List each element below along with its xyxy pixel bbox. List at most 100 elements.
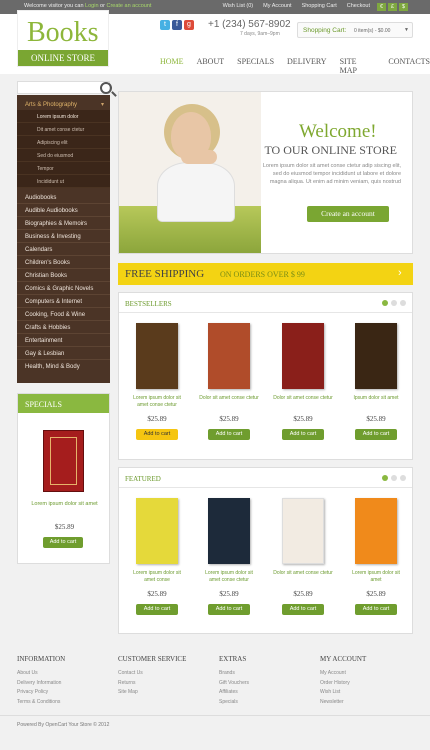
product-title[interactable]: Lorem ipsum dolor sit amet conse (127, 570, 187, 584)
footer-column-extras: EXTRAS Brands Gift Vouchers Affiliates S… (219, 655, 249, 707)
carousel-dot[interactable] (391, 475, 397, 481)
category-item[interactable]: Cooking, Food & Wine (17, 308, 110, 321)
subcategory-item[interactable]: Tempor (17, 162, 110, 175)
footer-heading: CUSTOMER SERVICE (118, 655, 187, 663)
category-item[interactable]: Calendars (17, 243, 110, 256)
add-to-cart-button[interactable]: Add to cart (282, 429, 324, 440)
currency-pound[interactable]: £ (388, 3, 397, 11)
cart-box[interactable]: Shopping Cart: 0 item(s) - $0.00 ▼ (297, 22, 413, 38)
footer-link[interactable]: Specials (219, 698, 249, 708)
product-image[interactable] (355, 323, 397, 389)
hero-subtitle: TO OUR ONLINE STORE (264, 143, 397, 157)
nav-specials[interactable]: SPECIALS (237, 57, 274, 75)
footer-link[interactable]: My Account (320, 669, 366, 679)
add-to-cart-button[interactable]: Add to cart (355, 429, 397, 440)
category-item[interactable]: Comics & Graphic Novels (17, 282, 110, 295)
subcategory-item[interactable]: Incididunt ut (17, 175, 110, 188)
subcategory-item[interactable]: Dit amet conse ctetur (17, 123, 110, 136)
product-image[interactable] (208, 498, 250, 564)
add-to-cart-button[interactable]: Add to cart (43, 537, 83, 548)
carousel-dot[interactable] (382, 475, 388, 481)
footer-link[interactable]: Newsletter (320, 698, 366, 708)
category-item[interactable]: Biographies & Memoirs (17, 217, 110, 230)
main-nav: HOME ABOUT SPECIALS DELIVERY SITE MAP CO… (160, 57, 430, 75)
product-image[interactable] (282, 323, 324, 389)
subcategory-item[interactable]: Sed do eiusmod (17, 149, 110, 162)
category-item[interactable]: Children's Books (17, 256, 110, 269)
facebook-icon[interactable]: f (172, 20, 182, 30)
category-item[interactable]: Crafts & Hobbies (17, 321, 110, 334)
create-account-button[interactable]: Create an account (307, 206, 389, 222)
category-item[interactable]: Business & Investing (17, 230, 110, 243)
footer-link[interactable]: Affiliates (219, 688, 249, 698)
carousel-dot[interactable] (400, 300, 406, 306)
google-plus-icon[interactable]: g (184, 20, 194, 30)
product-title[interactable]: Ipsum dolor sit amet (346, 395, 406, 402)
subcategory-item[interactable]: Lorem ipsum dolor (17, 110, 110, 123)
category-item[interactable]: Audiobooks (17, 191, 110, 204)
product-title[interactable]: Lorem ipsum dolor sit amet conse ctetur (199, 570, 259, 584)
footer-link[interactable]: Privacy Policy (17, 688, 65, 698)
product-image[interactable] (282, 498, 324, 564)
add-to-cart-button[interactable]: Add to cart (136, 429, 178, 440)
category-item[interactable]: Entertainment (17, 334, 110, 347)
checkout-link[interactable]: Checkout (347, 3, 370, 9)
product-image[interactable] (208, 323, 250, 389)
product-title[interactable]: Dolor sit amet conse ctetur (273, 395, 333, 402)
footer-link[interactable]: Contact Us (118, 669, 186, 679)
product-title[interactable]: Lorem ipsum dolor sit amet (18, 501, 111, 508)
footer-link[interactable]: Site Map (118, 688, 186, 698)
search-input[interactable] (17, 81, 110, 94)
category-item[interactable]: Health, Mind & Body (17, 360, 110, 373)
nav-contacts[interactable]: CONTACTS (388, 57, 430, 75)
carousel-dot[interactable] (382, 300, 388, 306)
product-image[interactable] (136, 323, 178, 389)
my-account-link[interactable]: My Account (263, 3, 291, 9)
footer-link[interactable]: Delivery Information (17, 679, 65, 689)
shopping-cart-link[interactable]: Shopping Cart (302, 3, 337, 9)
logo[interactable]: Books ONLINE STORE (17, 10, 109, 67)
chevron-right-icon[interactable]: › (398, 267, 410, 281)
search-icon[interactable] (100, 82, 112, 94)
add-to-cart-button[interactable]: Add to cart (282, 604, 324, 615)
footer-link[interactable]: Wish List (320, 688, 366, 698)
add-to-cart-button[interactable]: Add to cart (208, 604, 250, 615)
category-item[interactable]: Christian Books (17, 269, 110, 282)
footer-link[interactable]: Brands (219, 669, 249, 679)
footer-link[interactable]: Order History (320, 679, 366, 689)
nav-home[interactable]: HOME (160, 57, 184, 75)
product-title[interactable]: Lorem ipsum dolor sit amet conse ctetur (127, 395, 187, 409)
product-title[interactable]: Dolor sit amet conse ctetur (199, 395, 259, 402)
footer-link[interactable]: About Us (17, 669, 65, 679)
subcategory-item[interactable]: Adipiscing elit (17, 136, 110, 149)
login-link[interactable]: Login (85, 3, 98, 9)
free-shipping-banner[interactable]: FREE SHIPPING ON ORDERS OVER $ 99 › (118, 263, 413, 285)
product-price: $25.89 (147, 415, 167, 423)
create-account-link[interactable]: Create an account (106, 3, 151, 9)
add-to-cart-button[interactable]: Add to cart (136, 604, 178, 615)
footer-link[interactable]: Returns (118, 679, 186, 689)
nav-about[interactable]: ABOUT (197, 57, 225, 75)
product-image[interactable] (355, 498, 397, 564)
add-to-cart-button[interactable]: Add to cart (355, 604, 397, 615)
category-item[interactable]: Gay & Lesbian (17, 347, 110, 360)
category-item[interactable]: Audible Audiobooks (17, 204, 110, 217)
product-image[interactable] (43, 430, 84, 492)
carousel-dot[interactable] (400, 475, 406, 481)
twitter-icon[interactable]: t (160, 20, 170, 30)
product-image[interactable] (136, 498, 178, 564)
chevron-down-icon[interactable]: ▼ (404, 27, 409, 33)
footer-link[interactable]: Gift Vouchers (219, 679, 249, 689)
currency-euro[interactable]: € (377, 3, 386, 11)
footer-link[interactable]: Terms & Conditions (17, 698, 65, 708)
product-title[interactable]: Lorem ipsum dolor sit amet (346, 570, 406, 584)
add-to-cart-button[interactable]: Add to cart (208, 429, 250, 440)
product-title[interactable]: Dolor sit amet conse ctetur (273, 570, 333, 577)
carousel-dot[interactable] (391, 300, 397, 306)
nav-site-map[interactable]: SITE MAP (340, 57, 376, 75)
currency-dollar[interactable]: $ (399, 3, 408, 11)
category-item[interactable]: Computers & Internet (17, 295, 110, 308)
nav-delivery[interactable]: DELIVERY (287, 57, 327, 75)
bestsellers-title: BESTSELLERS (125, 300, 172, 308)
wishlist-link[interactable]: Wish List (0) (223, 3, 254, 9)
